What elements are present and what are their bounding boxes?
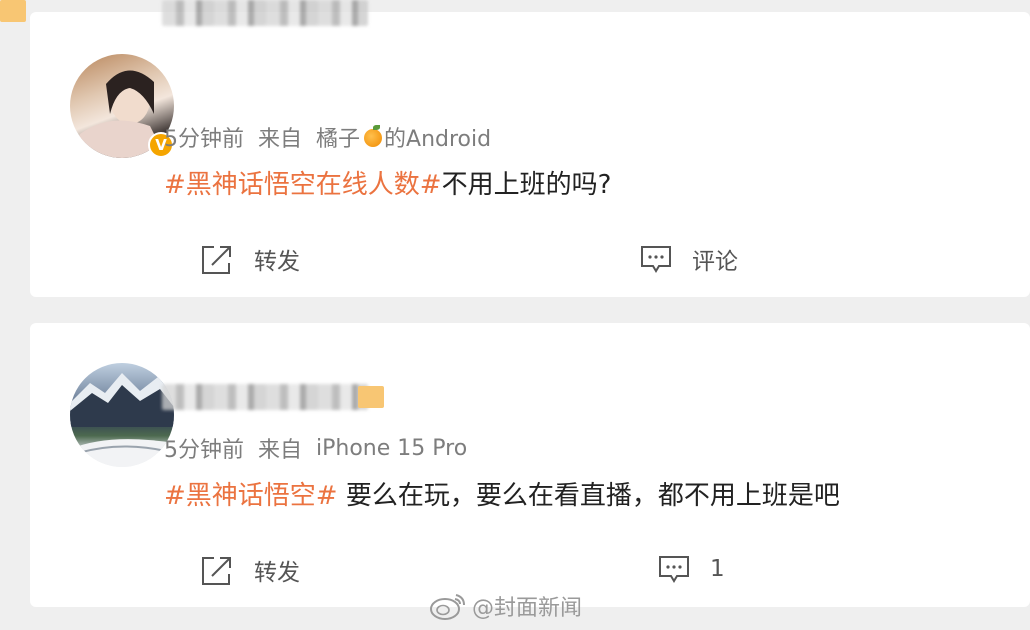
repost-button[interactable]: 转发: [200, 242, 300, 276]
watermark-text: @封面新闻: [472, 596, 583, 621]
user-level-badge: [0, 0, 26, 22]
post-meta: 5分钟前 来自 iPhone 15 Pro: [164, 432, 467, 464]
repost-label: 转发: [254, 249, 300, 275]
avatar-photo: [70, 373, 174, 467]
post-text: 要么在玩，要么在看直播，都不用上班是吧: [337, 481, 840, 511]
comment-bubble-icon: [641, 246, 671, 273]
comment-bubble-icon: [659, 556, 689, 583]
share-arrow-icon: [202, 246, 231, 274]
comment-label: 评论: [692, 249, 738, 275]
username-redacted[interactable]: [162, 384, 368, 410]
post-meta: 5分钟前 来自 橘子 的Android: [164, 121, 491, 153]
topic-link[interactable]: #黑神话悟空在线人数#: [164, 170, 442, 200]
user-avatar[interactable]: [70, 363, 174, 467]
post-content: #黑神话悟空# 要么在玩，要么在看直播，都不用上班是吧: [164, 475, 840, 512]
comment-button[interactable]: 1: [658, 553, 725, 585]
source-prefix: 来自: [258, 438, 303, 463]
comment-count: 1: [710, 556, 725, 582]
watermark: @封面新闻: [428, 590, 582, 622]
repost-button[interactable]: 转发: [200, 553, 300, 587]
post-time[interactable]: 5分钟前: [164, 432, 244, 464]
post-card: [30, 323, 1030, 607]
post-content: #黑神话悟空在线人数#不用上班的吗?: [164, 164, 611, 201]
orange-fruit-icon: [364, 125, 383, 147]
source-name: iPhone 15 Pro: [316, 435, 468, 461]
topic-link[interactable]: #黑神话悟空#: [164, 481, 338, 511]
username-redacted[interactable]: [162, 0, 368, 26]
post-text: 不用上班的吗?: [441, 170, 612, 200]
share-arrow-icon: [202, 557, 231, 585]
source-name: 橘子: [316, 127, 361, 152]
comment-button[interactable]: 评论: [640, 242, 738, 276]
post-card: V: [30, 12, 1030, 297]
source-suffix: 的Android: [384, 127, 492, 152]
post-time[interactable]: 5分钟前: [164, 121, 244, 153]
user-level-badge: [358, 386, 384, 408]
weibo-logo-icon: [430, 594, 465, 620]
source-prefix: 来自: [258, 127, 303, 152]
repost-label: 转发: [254, 560, 300, 586]
